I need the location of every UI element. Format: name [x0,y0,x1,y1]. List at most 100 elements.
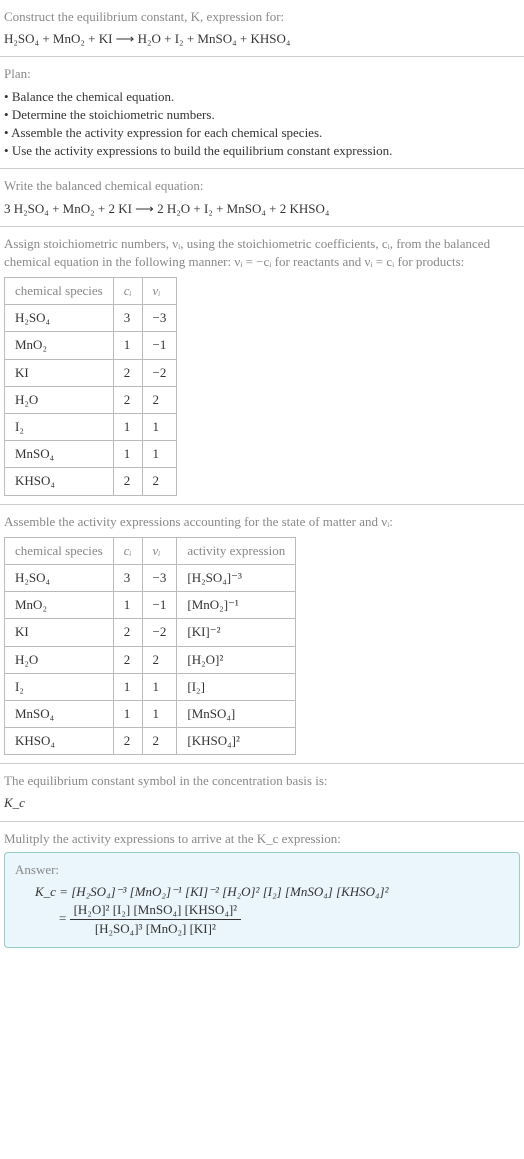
plan-section: Plan: Balance the chemical equation. Det… [0,57,524,169]
intro-section: Construct the equilibrium constant, K, e… [0,0,524,57]
cell-species: MnSO₄ [5,700,114,727]
balanced-heading: Write the balanced chemical equation: [4,177,520,195]
cell-species: KHSO₄ [5,468,114,495]
table-row: MnSO₄11 [5,441,177,468]
balanced-section: Write the balanced chemical equation: 3 … [0,169,524,226]
cell-v: −1 [142,592,177,619]
cell-c: 1 [113,700,142,727]
cell-species: H₂O [5,646,114,673]
balanced-equation: 3 H₂SO₄ + MnO₂ + 2 KI ⟶ 2 H₂O + I₂ + MnS… [4,200,520,218]
table-row: H₂O22[H₂O]² [5,646,296,673]
cell-v: 2 [142,646,177,673]
cell-act: [KHSO₄]² [177,728,296,755]
col-species: chemical species [5,537,114,564]
cell-c: 3 [113,564,142,591]
cell-species: KHSO₄ [5,728,114,755]
table-header-row: chemical species cᵢ νᵢ activity expressi… [5,537,296,564]
table-row: H₂SO₄3−3[H₂SO₄]⁻³ [5,564,296,591]
cell-c: 1 [113,332,142,359]
activity-text: Assemble the activity expressions accoun… [4,513,520,531]
intro-heading: Construct the equilibrium constant, K, e… [4,8,520,26]
answer-label: Answer: [15,861,509,879]
col-activity: activity expression [177,537,296,564]
answer-section: Mulitply the activity expressions to arr… [0,822,524,956]
table-row: KHSO₄22 [5,468,177,495]
answer-line2: = [H₂O]² [I₂] [MnSO₄] [KHSO₄]² [H₂SO₄]³ … [59,901,509,938]
table-row: MnO₂1−1 [5,332,177,359]
activity-section: Assemble the activity expressions accoun… [0,505,524,765]
cell-c: 2 [113,619,142,646]
cell-species: I₂ [5,414,114,441]
cell-species: I₂ [5,673,114,700]
col-vi: νᵢ [142,278,177,305]
kc-symbol: K_c [4,794,520,812]
plan-item: Balance the chemical equation. [4,88,520,106]
table-row: I₂11[I₂] [5,673,296,700]
cell-species: H₂SO₄ [5,305,114,332]
col-species: chemical species [5,278,114,305]
cell-v: −3 [142,305,177,332]
table-row: MnO₂1−1[MnO₂]⁻¹ [5,592,296,619]
cell-v: 1 [142,414,177,441]
plan-item: Assemble the activity expression for eac… [4,124,520,142]
answer-box: Answer: K_c = [H₂SO₄]⁻³ [MnO₂]⁻¹ [KI]⁻² … [4,852,520,948]
table-header-row: chemical species cᵢ νᵢ [5,278,177,305]
intro-heading-text: Construct the equilibrium constant, K, e… [4,9,284,24]
cell-v: −2 [142,359,177,386]
cell-c: 1 [113,441,142,468]
cell-v: 2 [142,386,177,413]
intro-equation: H₂SO₄ + MnO₂ + KI ⟶ H₂O + I₂ + MnSO₄ + K… [4,30,520,48]
answer-frac-num: [H₂O]² [I₂] [MnSO₄] [KHSO₄]² [70,901,241,920]
cell-v: 2 [142,728,177,755]
cell-species: KI [5,359,114,386]
cell-v: −1 [142,332,177,359]
answer-eq-prefix: = [59,911,70,926]
cell-c: 2 [113,646,142,673]
answer-fraction: [H₂O]² [I₂] [MnSO₄] [KHSO₄]² [H₂SO₄]³ [M… [70,901,241,938]
cell-species: MnSO₄ [5,441,114,468]
cell-c: 2 [113,359,142,386]
table-row: KI2−2[KI]⁻² [5,619,296,646]
multiply-text: Mulitply the activity expressions to arr… [4,830,520,848]
table-row: KI2−2 [5,359,177,386]
cell-act: [H₂SO₄]⁻³ [177,564,296,591]
cell-v: 2 [142,468,177,495]
cell-species: MnO₂ [5,332,114,359]
cell-c: 2 [113,468,142,495]
cell-c: 1 [113,414,142,441]
plan-item: Determine the stoichiometric numbers. [4,106,520,124]
cell-species: H₂SO₄ [5,564,114,591]
cell-act: [KI]⁻² [177,619,296,646]
cell-species: KI [5,619,114,646]
plan-item: Use the activity expressions to build th… [4,142,520,160]
table-row: KHSO₄22[KHSO₄]² [5,728,296,755]
plan-list: Balance the chemical equation. Determine… [4,88,520,161]
cell-act: [MnSO₄] [177,700,296,727]
table-row: I₂11 [5,414,177,441]
answer-line1: K_c = [H₂SO₄]⁻³ [MnO₂]⁻¹ [KI]⁻² [H₂O]² [… [35,883,509,901]
table-row: MnSO₄11[MnSO₄] [5,700,296,727]
cell-c: 2 [113,728,142,755]
symbol-text: The equilibrium constant symbol in the c… [4,772,520,790]
col-ci: cᵢ [113,537,142,564]
col-vi: νᵢ [142,537,177,564]
answer-frac-den: [H₂SO₄]³ [MnO₂] [KI]² [70,920,241,938]
cell-c: 3 [113,305,142,332]
cell-v: −3 [142,564,177,591]
col-ci: cᵢ [113,278,142,305]
answer-expression-1: K_c = [H₂SO₄]⁻³ [MnO₂]⁻¹ [KI]⁻² [H₂O]² [… [35,884,389,899]
cell-act: [H₂O]² [177,646,296,673]
symbol-section: The equilibrium constant symbol in the c… [0,764,524,821]
stoich-text: Assign stoichiometric numbers, νᵢ, using… [4,235,520,271]
cell-v: 1 [142,441,177,468]
table-row: H₂SO₄3−3 [5,305,177,332]
cell-act: [I₂] [177,673,296,700]
table-row: H₂O22 [5,386,177,413]
plan-heading: Plan: [4,65,520,83]
cell-c: 2 [113,386,142,413]
cell-species: MnO₂ [5,592,114,619]
stoich-table: chemical species cᵢ νᵢ H₂SO₄3−3 MnO₂1−1 … [4,277,177,496]
cell-v: 1 [142,673,177,700]
activity-table: chemical species cᵢ νᵢ activity expressi… [4,537,296,756]
cell-c: 1 [113,673,142,700]
